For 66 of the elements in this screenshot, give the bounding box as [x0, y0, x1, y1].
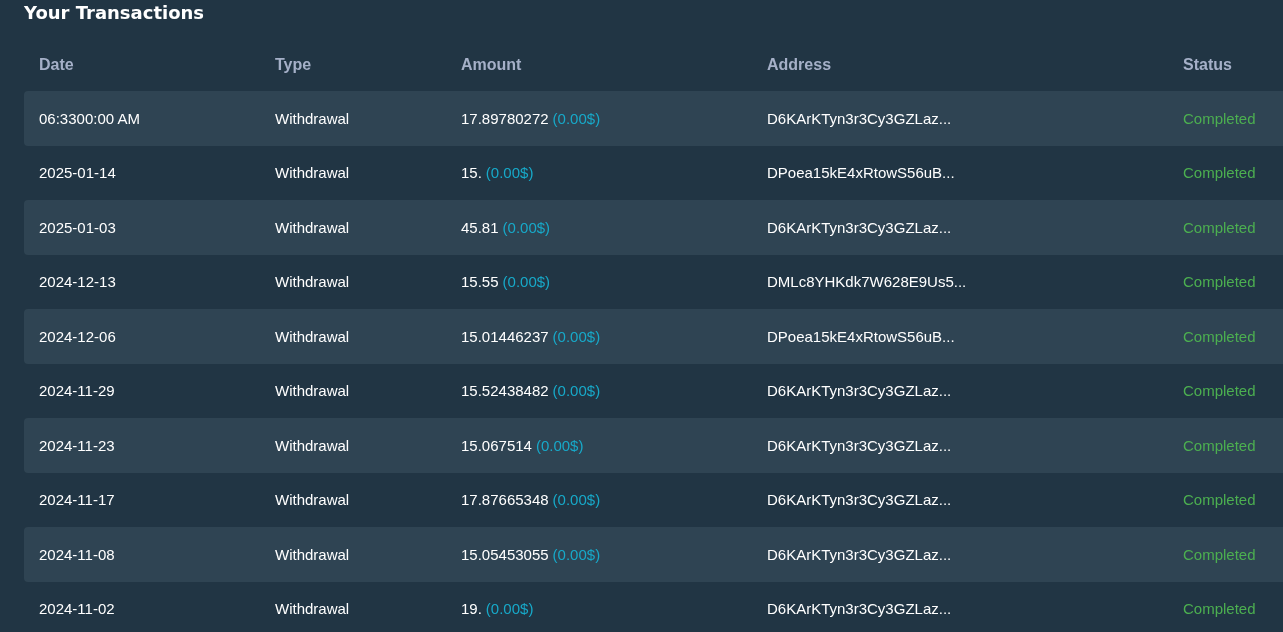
date-cell-text: 2024-11-23 [38, 436, 115, 454]
status-cell-text: Completed [1182, 600, 1256, 618]
amount-text: 15.05453055 [461, 545, 549, 563]
address-cell-text: D6KArKTyn3r3Cy3GZLaz... [766, 545, 952, 563]
amount-text: 15.067514 [461, 436, 532, 454]
date-cell-text: 06:3300:00 AM [38, 109, 140, 127]
amount-text: 15. [461, 164, 482, 182]
type-cell-text: Withdrawal [274, 436, 350, 454]
usd-value-text: (0.00$) [552, 382, 601, 400]
type-cell-text: Withdrawal [274, 109, 350, 127]
status-cell-text: Completed [1182, 273, 1256, 291]
page-title: Your Transactions [24, 1, 206, 25]
date-cell-text: 2024-12-06 [38, 327, 116, 345]
type-cell-text: Withdrawal [274, 382, 350, 400]
type-cell-text: Withdrawal [274, 327, 350, 345]
date-column-header: Date [38, 56, 74, 74]
amount-text: 45.81 [461, 218, 499, 236]
status-cell-text: Completed [1182, 545, 1256, 563]
address-column-header: Address [766, 56, 832, 74]
amount-text: 17.87665348 [461, 491, 549, 509]
date-cell-text: 2024-11-02 [38, 600, 115, 618]
type-cell-text: Withdrawal [274, 218, 350, 236]
date-cell-text: 2025-01-14 [38, 164, 116, 182]
address-cell-text: D6KArKTyn3r3Cy3GZLaz... [766, 109, 952, 127]
date-cell-text: 2024-11-29 [38, 382, 115, 400]
usd-value-text: (0.00$) [502, 218, 551, 236]
amount-column-header: Amount [460, 56, 522, 74]
type-cell-text: Withdrawal [274, 600, 350, 618]
status-cell-text: Completed [1182, 436, 1256, 454]
type-cell-text: Withdrawal [274, 545, 350, 563]
usd-value-text: (0.00$) [502, 273, 551, 291]
status-cell-text: Completed [1182, 218, 1256, 236]
date-cell-text: 2024-11-17 [38, 491, 115, 509]
status-cell-text: Completed [1182, 109, 1256, 127]
type-cell-text: Withdrawal [274, 273, 350, 291]
status-cell-text: Completed [1182, 327, 1256, 345]
usd-value-text: (0.00$) [485, 600, 534, 618]
status-column-header: Status [1182, 56, 1232, 74]
usd-value-text: (0.00$) [485, 164, 534, 182]
address-cell-text: DPoea15kE4xRtowS56uB... [766, 327, 955, 345]
status-cell-text: Completed [1182, 164, 1256, 182]
amount-text: 19. [461, 600, 482, 618]
status-cell-text: Completed [1182, 491, 1256, 509]
address-cell-text: DPoea15kE4xRtowS56uB... [766, 164, 955, 182]
amount-text: 15.52438482 [461, 382, 549, 400]
address-cell-text: D6KArKTyn3r3Cy3GZLaz... [766, 436, 952, 454]
date-cell-text: 2024-11-08 [38, 545, 115, 563]
type-cell-text: Withdrawal [274, 491, 350, 509]
amount-text: 17.89780272 [461, 109, 549, 127]
usd-value-text: (0.00$) [552, 545, 601, 563]
usd-value-text: (0.00$) [552, 491, 601, 509]
address-cell-text: DMLc8YHKdk7W628E9Us5... [766, 273, 967, 291]
type-column-header: Type [274, 56, 312, 74]
date-cell-text: 2025-01-03 [38, 218, 116, 236]
address-cell-text: D6KArKTyn3r3Cy3GZLaz... [766, 382, 952, 400]
amount-text: 15.55 [461, 273, 499, 291]
usd-value-text: (0.00$) [552, 109, 601, 127]
address-cell-text: D6KArKTyn3r3Cy3GZLaz... [766, 491, 952, 509]
address-cell-text: D6KArKTyn3r3Cy3GZLaz... [766, 218, 952, 236]
date-cell-text: 2024-12-13 [38, 273, 116, 291]
amount-text: 15.01446237 [461, 327, 549, 345]
usd-value-text: (0.00$) [535, 436, 584, 454]
address-cell-text: D6KArKTyn3r3Cy3GZLaz... [766, 600, 952, 618]
type-cell-text: Withdrawal [274, 164, 350, 182]
usd-value-text: (0.00$) [552, 327, 601, 345]
status-cell-text: Completed [1182, 382, 1256, 400]
